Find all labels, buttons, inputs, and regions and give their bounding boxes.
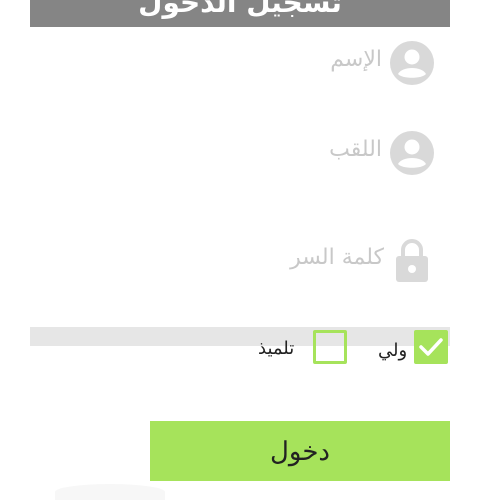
login-button[interactable]: دخول [150, 421, 450, 481]
header-bar: تسجيل الدخول [30, 0, 450, 27]
student-checkbox[interactable] [313, 330, 347, 364]
first-name-placeholder: الإسم [330, 47, 382, 72]
bottom-decoration [55, 484, 165, 500]
lock-icon [394, 237, 430, 287]
password-field[interactable]: كلمة السر [270, 235, 450, 285]
last-name-placeholder: اللقب [329, 137, 382, 162]
login-button-label: دخول [270, 436, 330, 466]
account-circle-icon [390, 131, 434, 179]
account-circle-icon [390, 41, 434, 89]
checkmark-icon [419, 338, 443, 356]
student-label: تلميذ [258, 338, 295, 359]
parent-label: ولي [378, 340, 408, 361]
first-name-field[interactable]: الإسم [310, 39, 450, 89]
page-title: تسجيل الدخول [138, 0, 342, 19]
password-placeholder: كلمة السر [290, 245, 384, 270]
login-screen: تسجيل الدخول الإسم اللقب كلمة السر ولي ت… [0, 0, 480, 500]
parent-checkbox[interactable] [414, 330, 448, 364]
last-name-field[interactable]: اللقب [310, 129, 450, 179]
